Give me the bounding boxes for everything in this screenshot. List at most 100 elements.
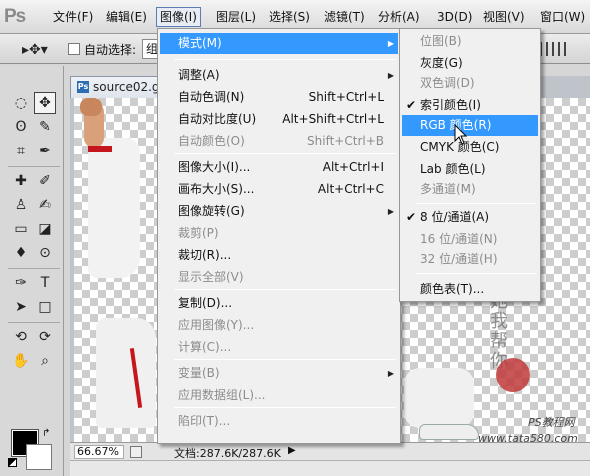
mode-menu-item[interactable]: 颜色表(T)...: [402, 279, 538, 300]
gradient-tool-icon[interactable]: ◪: [34, 218, 56, 240]
blur-tool-icon[interactable]: ♦: [10, 242, 32, 264]
crop-tool-icon[interactable]: ⌗: [10, 140, 32, 162]
auto-select-checkbox[interactable]: [68, 43, 80, 55]
image-menu-item[interactable]: 计算(C)...: [160, 337, 398, 358]
menu-3d[interactable]: 3D(D): [434, 8, 475, 26]
menu-select[interactable]: 选择(S): [266, 8, 313, 26]
menu-item-label: 16 位/通道(N): [420, 232, 498, 246]
default-colors-icon[interactable]: [8, 458, 17, 467]
image-menu-item[interactable]: 自动颜色(O) Shift+Ctrl+B: [160, 131, 398, 152]
menu-separator: [174, 289, 396, 290]
image-menu-item[interactable]: 自动色调(N) Shift+Ctrl+L: [160, 87, 398, 108]
menu-item-label: 颜色表(T)...: [420, 282, 485, 296]
image-menu-item[interactable]: 调整(A) ▶: [160, 65, 398, 86]
clone-stamp-tool-icon[interactable]: ♙: [10, 194, 32, 216]
mode-menu-item[interactable]: Lab 颜色(L): [402, 159, 538, 180]
history-brush-tool-icon[interactable]: ✍: [34, 194, 56, 216]
status-info-icon[interactable]: [130, 446, 142, 458]
menu-item-label: 32 位/通道(H): [420, 252, 498, 266]
menu-item-label: 画布大小(S)...: [178, 182, 255, 196]
watermark-site-name: PS教程网: [528, 416, 575, 429]
shape-tool-icon[interactable]: □: [34, 296, 56, 318]
status-menu-arrow-icon[interactable]: ▶: [288, 445, 296, 456]
document-info: 文档:287.6K/287.6K: [174, 447, 281, 460]
lasso-tool-icon[interactable]: ʘ: [10, 116, 32, 138]
photoshop-logo: Ps: [4, 6, 26, 27]
move-tool-preset-icon[interactable]: ▸✥▾: [22, 42, 48, 58]
checkmark-icon: ✔: [406, 210, 417, 224]
mouse-cursor-icon: [454, 124, 468, 145]
quick-select-tool-icon[interactable]: ✎: [34, 116, 56, 138]
mode-menu-item[interactable]: 多通道(M): [402, 179, 538, 200]
image-menu-item[interactable]: 复制(D)...: [160, 293, 398, 314]
mode-menu-item[interactable]: CMYK 颜色(C): [402, 137, 538, 158]
swap-colors-icon[interactable]: ↱: [42, 428, 50, 439]
watermark-site-url: www.tata580.com: [478, 432, 578, 445]
menu-file[interactable]: 文件(F): [50, 8, 96, 26]
menu-separator: [174, 59, 396, 60]
menu-analysis[interactable]: 分析(A): [375, 8, 423, 26]
eraser-tool-icon[interactable]: ▭: [10, 218, 32, 240]
toolbox-divider: [8, 268, 60, 269]
type-tool-icon[interactable]: T: [34, 272, 56, 294]
3d-orbit-tool-icon[interactable]: ⟳: [34, 326, 56, 348]
menu-filter[interactable]: 滤镜(T): [321, 8, 368, 26]
mode-menu-item[interactable]: ✔ 8 位/通道(A): [402, 207, 538, 228]
menu-image[interactable]: 图像(I): [156, 7, 201, 27]
menu-item-label: 显示全部(V): [178, 270, 244, 284]
image-menu-item[interactable]: 自动对比度(U) Alt+Shift+Ctrl+L: [160, 109, 398, 130]
image-menu-item[interactable]: 模式(M) ▶: [160, 33, 398, 54]
image-menu-item[interactable]: 应用数据组(L)...: [160, 385, 398, 406]
image-menu-item[interactable]: 画布大小(S)... Alt+Ctrl+C: [160, 179, 398, 200]
eyedropper-tool-icon[interactable]: ✒: [34, 140, 56, 162]
image-menu-item[interactable]: 变量(B) ▶: [160, 363, 398, 384]
submenu-arrow-icon: ▶: [387, 71, 394, 80]
image-menu-item[interactable]: 裁剪(P): [160, 223, 398, 244]
mode-menu-item[interactable]: 16 位/通道(N): [402, 229, 538, 250]
menu-edit[interactable]: 编辑(E): [103, 8, 150, 26]
healing-brush-tool-icon[interactable]: ✚: [10, 170, 32, 192]
menu-item-label: 自动对比度(U): [178, 112, 257, 126]
align-icons[interactable]: [540, 42, 586, 56]
menu-view[interactable]: 视图(V): [480, 8, 528, 26]
image-menu-item[interactable]: 显示全部(V): [160, 267, 398, 288]
move-tool-icon[interactable]: ✥: [34, 92, 56, 114]
mode-menu-item[interactable]: ✔ 索引颜色(I): [402, 95, 538, 116]
horizontal-scrollbar[interactable]: [70, 460, 590, 476]
image-menu-item[interactable]: 应用图像(Y)...: [160, 315, 398, 336]
mode-menu-item[interactable]: 双色调(D): [402, 73, 538, 94]
ps-file-icon: Ps: [77, 81, 89, 93]
image-menu: 模式(M) ▶ 调整(A) ▶ 自动色调(N) Shift+Ctrl+L 自动对比度(U) A…: [157, 28, 401, 444]
menu-separator: [174, 153, 396, 154]
pen-tool-icon[interactable]: ✑: [10, 272, 32, 294]
image-menu-item[interactable]: 裁切(R)...: [160, 245, 398, 266]
zoom-tool-icon[interactable]: ⌕: [34, 350, 56, 372]
mode-menu-item[interactable]: 灰度(G): [402, 53, 538, 74]
dodge-tool-icon[interactable]: ⊙: [34, 242, 56, 264]
path-select-tool-icon[interactable]: ➤: [10, 296, 32, 318]
menu-separator: [416, 203, 536, 204]
image-menu-item[interactable]: 陷印(T)...: [160, 411, 398, 432]
menu-item-label: 8 位/通道(A): [420, 210, 490, 224]
menu-window[interactable]: 窗口(W): [537, 8, 588, 26]
background-color-swatch[interactable]: [26, 444, 52, 470]
zoom-field[interactable]: 66.67%: [74, 445, 124, 459]
checkmark-icon: ✔: [406, 98, 417, 112]
menu-item-label: 变量(B): [178, 366, 220, 380]
brush-tool-icon[interactable]: ✐: [34, 170, 56, 192]
mode-menu-item[interactable]: 32 位/通道(H): [402, 249, 538, 270]
mode-submenu: 位图(B) 灰度(G) 双色调(D) ✔ 索引颜色(I) RGB 颜色(R) CMYK 颜色…: [399, 28, 541, 302]
image-menu-item[interactable]: 图像大小(I)... Alt+Ctrl+I: [160, 157, 398, 178]
figure-fist: [80, 98, 102, 116]
submenu-arrow-icon: ▶: [387, 369, 394, 378]
submenu-arrow-icon: ▶: [387, 207, 394, 216]
image-menu-item[interactable]: 图像旋转(G) ▶: [160, 201, 398, 222]
mode-menu-item[interactable]: 位图(B): [402, 31, 538, 52]
3d-rotate-tool-icon[interactable]: ⟲: [10, 326, 32, 348]
hand-tool-icon[interactable]: ✋: [10, 350, 32, 372]
figure-leg: [404, 368, 474, 428]
watermark-seal: [496, 358, 530, 392]
mode-menu-item[interactable]: RGB 颜色(R): [402, 115, 538, 136]
menu-layer[interactable]: 图层(L): [213, 8, 259, 26]
marquee-tool-icon[interactable]: ◌: [10, 92, 32, 114]
